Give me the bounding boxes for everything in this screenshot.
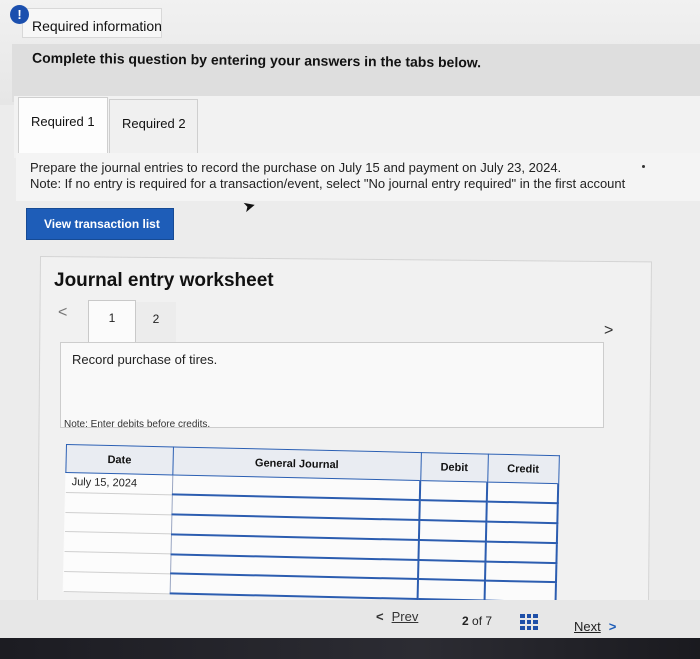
- worksheet-tab-2[interactable]: 2: [136, 302, 176, 346]
- credit-field[interactable]: [485, 561, 557, 583]
- debit-field[interactable]: [418, 559, 486, 581]
- tab-required-1[interactable]: Required 1: [18, 97, 108, 153]
- date-cell: July 15, 2024: [65, 472, 173, 495]
- chevron-left-icon[interactable]: <: [58, 304, 67, 322]
- record-description: Record purchase of tires.: [72, 352, 218, 367]
- date-cell: [63, 551, 171, 574]
- prepare-text: Prepare the journal entries to record th…: [30, 160, 562, 175]
- current-page: 2: [462, 614, 469, 628]
- grid-icon[interactable]: [520, 614, 538, 630]
- prev-label: Prev: [391, 609, 419, 624]
- credit-field[interactable]: [486, 501, 558, 524]
- page-total: of 7: [472, 614, 493, 628]
- debit-field[interactable]: [417, 579, 486, 601]
- page-counter: 2 of 7: [462, 614, 492, 628]
- date-cell: [64, 492, 173, 515]
- worksheet-tab-1[interactable]: 1: [88, 300, 136, 344]
- next-button[interactable]: Next >: [574, 619, 616, 634]
- debit-field[interactable]: [419, 500, 487, 522]
- debit-field[interactable]: [418, 539, 487, 562]
- credit-header: Credit: [487, 454, 559, 484]
- date-cell: [63, 571, 171, 594]
- date-cell: [64, 531, 172, 554]
- chevron-right-icon[interactable]: >: [604, 322, 613, 340]
- bottom-dark-band: [0, 638, 700, 659]
- journal-table: Date General Journal Debit Credit July 1…: [62, 444, 560, 604]
- credit-field[interactable]: [485, 541, 557, 563]
- prepare-note: Note: If no entry is required for a tran…: [30, 176, 626, 191]
- debit-field[interactable]: [420, 480, 488, 502]
- debit-header: Debit: [420, 452, 489, 483]
- dot-mark: [642, 165, 645, 168]
- credit-field[interactable]: [484, 580, 556, 603]
- chevron-right-icon: >: [608, 619, 617, 634]
- debit-field[interactable]: [419, 520, 487, 542]
- prev-button[interactable]: < Prev: [376, 609, 418, 624]
- account-field[interactable]: [169, 573, 419, 600]
- next-label: Next: [574, 619, 601, 634]
- tab-required-2[interactable]: Required 2: [109, 99, 198, 155]
- view-transaction-list-button[interactable]: View transaction list: [26, 208, 174, 240]
- alert-icon: !: [10, 5, 29, 24]
- worksheet-title: Journal entry worksheet: [54, 270, 274, 291]
- credit-field[interactable]: [486, 482, 559, 504]
- date-header: Date: [65, 444, 174, 475]
- credit-field[interactable]: [486, 521, 558, 543]
- date-cell: [64, 511, 172, 535]
- required-info-title: Required information: [32, 18, 162, 34]
- chevron-left-icon: <: [376, 609, 384, 624]
- debits-note: Note: Enter debits before credits.: [64, 419, 211, 430]
